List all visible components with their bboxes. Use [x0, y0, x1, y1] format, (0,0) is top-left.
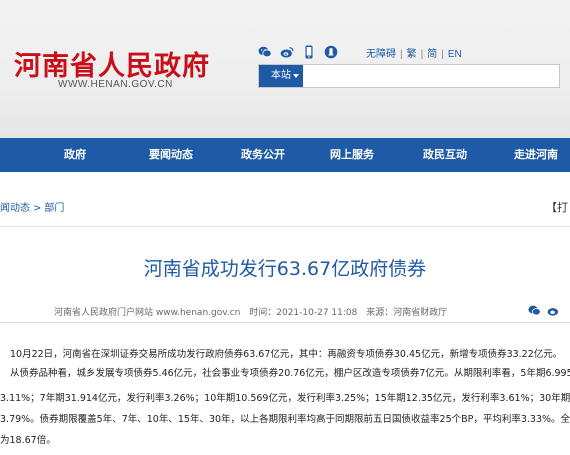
- divider: [0, 322, 570, 323]
- divider: [0, 226, 570, 227]
- share-icons: [528, 302, 560, 321]
- article-paragraph: 3.79%。债券期限覆盖5年、7年、10年、15年、30年，以上各期限利率均高于…: [0, 414, 570, 425]
- nav-item-news[interactable]: 要闻动态: [149, 138, 193, 172]
- breadcrumb-departments[interactable]: 部门: [44, 203, 64, 214]
- meta-source: 来源：河南省财政厅: [366, 308, 448, 318]
- chevron-down-icon: [293, 74, 299, 78]
- accessibility-link[interactable]: 无障碍: [366, 49, 396, 60]
- nav-item-online-services[interactable]: 网上服务: [330, 138, 374, 172]
- page-title: 河南省成功发行63.67亿政府债券: [143, 258, 427, 280]
- search-input[interactable]: [307, 67, 551, 85]
- article-paragraph: 为18.67倍。: [0, 435, 56, 446]
- simplified-chinese-link[interactable]: 简: [427, 49, 437, 60]
- site-header: 河南省人民政府 WWW.HENAN.GOV.CN 无障碍 | 繁 | 简 | EN 本站: [0, 0, 570, 138]
- main-nav: 政府 要闻动态 政务公开 网上服务 政民互动 走进河南: [0, 138, 570, 172]
- site-url: WWW.HENAN.GOV.CN: [58, 79, 173, 90]
- nav-item-about-henan[interactable]: 走进河南: [514, 138, 558, 172]
- weibo-icon[interactable]: [280, 44, 294, 58]
- search-scope-dropdown[interactable]: 本站: [259, 65, 303, 87]
- english-link[interactable]: EN: [448, 49, 462, 60]
- header-links: 无障碍 | 繁 | 简 | EN: [366, 49, 462, 60]
- app-icon[interactable]: [324, 44, 338, 59]
- nav-item-gov-affairs[interactable]: 政务公开: [241, 138, 285, 172]
- mobile-icon[interactable]: [302, 44, 316, 59]
- wechat-icon[interactable]: [258, 44, 272, 58]
- breadcrumb-news[interactable]: 闻动态: [0, 203, 30, 214]
- traditional-chinese-link[interactable]: 繁: [407, 49, 417, 60]
- wechat-share-icon[interactable]: [528, 302, 541, 321]
- social-icons: [258, 44, 338, 59]
- article-paragraph: 10月22日，河南省在深圳证券交易所成功发行政府债券63.67亿元，其中：再融资…: [10, 349, 563, 360]
- search-bar: 本站: [258, 64, 560, 88]
- search-scope-label: 本站: [271, 70, 291, 81]
- article-paragraph: 从债券品种看，城乡发展专项债券5.46亿元，社会事业专项债券20.76亿元，棚户…: [10, 368, 570, 379]
- breadcrumb: 闻动态 > 部门: [0, 203, 65, 214]
- print-button[interactable]: 【打: [546, 199, 568, 215]
- nav-item-government[interactable]: 政府: [64, 138, 86, 172]
- meta-site: 河南省人民政府门户网站 www.henan.gov.cn: [54, 308, 241, 318]
- article-paragraph: 3.11%；7年期31.914亿元，发行利率3.26%；10年期10.569亿元…: [0, 393, 570, 404]
- weibo-share-icon[interactable]: [547, 302, 560, 321]
- site-logo[interactable]: 河南省人民政府: [14, 44, 210, 83]
- nav-item-interaction[interactable]: 政民互动: [423, 138, 467, 172]
- article-meta: 河南省人民政府门户网站 www.henan.gov.cn 时间：2021-10-…: [54, 305, 453, 318]
- meta-date: 时间：2021-10-27 11:08: [249, 308, 358, 318]
